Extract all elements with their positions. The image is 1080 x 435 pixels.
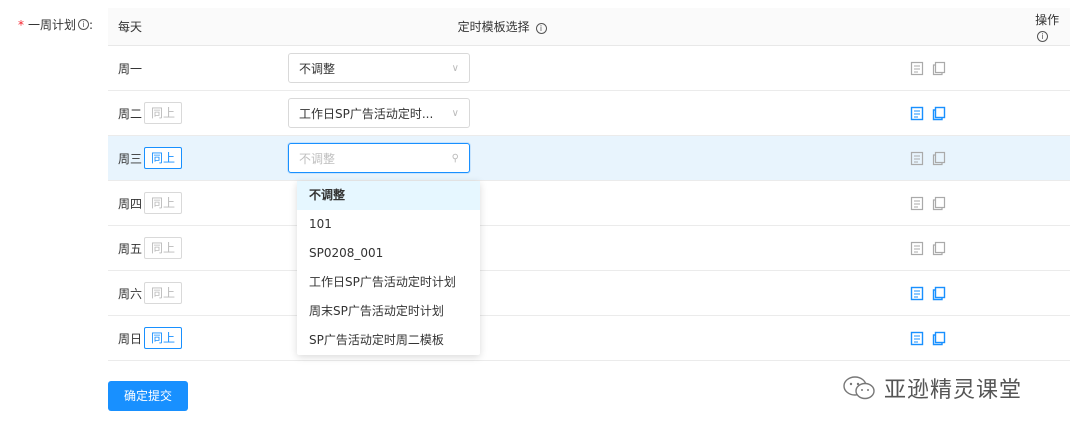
watermark: 亚逊精灵课堂 bbox=[842, 372, 1022, 404]
row-ops bbox=[910, 106, 946, 121]
day-cell: 周三 同上 bbox=[108, 147, 288, 169]
day-label: 周四 bbox=[118, 196, 143, 211]
dropdown-option[interactable]: SP广告活动定时周二模板 bbox=[297, 326, 480, 355]
watermark-text: 亚逊精灵课堂 bbox=[884, 378, 1023, 403]
day-cell: 周一 bbox=[108, 60, 288, 77]
dropdown-option[interactable]: 周末SP广告活动定时计划 bbox=[297, 297, 480, 326]
dropdown-option[interactable]: 101 bbox=[297, 210, 480, 239]
template-select[interactable]: 不调整 ∨ bbox=[288, 53, 470, 83]
header-ops-label: 操作 bbox=[1035, 13, 1060, 27]
header-template-label: 定时模板选择 bbox=[457, 20, 530, 34]
row-ops bbox=[910, 241, 946, 256]
info-icon[interactable]: i bbox=[535, 23, 547, 34]
copy-icon[interactable] bbox=[932, 331, 946, 346]
same-as-above-button[interactable]: 同上 bbox=[144, 192, 183, 214]
search-icon: ⚲ bbox=[451, 152, 459, 164]
table-row: 周一 不调整 ∨ bbox=[108, 46, 1070, 91]
dropdown-option[interactable]: 工作日SP广告活动定时计划 bbox=[297, 268, 480, 297]
template-icon[interactable] bbox=[910, 331, 924, 346]
template-icon[interactable] bbox=[910, 106, 924, 121]
form-label-colon: : bbox=[89, 17, 94, 32]
row-ops bbox=[910, 286, 946, 301]
day-label: 周一 bbox=[118, 61, 143, 76]
row-ops bbox=[910, 61, 946, 76]
row-ops bbox=[910, 331, 946, 346]
template-icon[interactable] bbox=[910, 151, 924, 166]
dropdown-option[interactable]: 不调整 bbox=[297, 181, 480, 210]
template-select[interactable]: 工作日SP广告活动定时... ∨ bbox=[288, 98, 470, 128]
same-as-above-button[interactable]: 同上 bbox=[144, 147, 183, 169]
day-cell: 周六 同上 bbox=[108, 282, 288, 304]
template-icon[interactable] bbox=[910, 286, 924, 301]
table-header: 每天 定时模板选择 i 操作 i bbox=[108, 8, 1070, 46]
day-label: 周六 bbox=[118, 286, 143, 301]
copy-icon[interactable] bbox=[932, 61, 946, 76]
table-row: 周五 同上 bbox=[108, 226, 1070, 271]
header-template: 定时模板选择 i bbox=[458, 18, 1035, 35]
table-row: 周日 同上 bbox=[108, 316, 1070, 361]
info-icon[interactable]: i bbox=[1037, 31, 1049, 42]
header-day-label: 每天 bbox=[118, 20, 143, 34]
info-icon[interactable]: i bbox=[78, 19, 90, 30]
day-label: 周日 bbox=[118, 331, 143, 346]
select-value: 不调整 bbox=[299, 61, 336, 76]
table-row: 周六 同上 bbox=[108, 271, 1070, 316]
form-label: * 一周计划 i : bbox=[18, 16, 93, 33]
day-cell: 周日 同上 bbox=[108, 327, 288, 349]
template-select[interactable]: 不调整 ⚲ bbox=[288, 143, 470, 173]
template-icon[interactable] bbox=[910, 241, 924, 256]
table-row: 周三 同上 不调整 ⚲ bbox=[108, 136, 1070, 181]
day-label: 周五 bbox=[118, 241, 143, 256]
same-as-above-button[interactable]: 同上 bbox=[144, 327, 183, 349]
weekly-plan-table: 每天 定时模板选择 i 操作i 周一 不调整 ∨ 周二 同上 工作日SP广告活动定时… bbox=[108, 8, 1070, 361]
table-row: 周二 同上 工作日SP广告活动定时... ∨ bbox=[108, 91, 1070, 136]
chevron-down-icon: ∨ bbox=[451, 107, 459, 119]
day-cell: 周二 同上 bbox=[108, 102, 288, 124]
header-day: 每天 bbox=[108, 18, 288, 35]
same-as-above-button[interactable]: 同上 bbox=[144, 282, 183, 304]
copy-icon[interactable] bbox=[932, 241, 946, 256]
table-row: 周四 同上 bbox=[108, 181, 1070, 226]
same-as-above-button[interactable]: 同上 bbox=[144, 237, 183, 259]
row-ops bbox=[910, 196, 946, 211]
copy-icon[interactable] bbox=[932, 151, 946, 166]
copy-icon[interactable] bbox=[932, 196, 946, 211]
day-cell: 周五 同上 bbox=[108, 237, 288, 259]
submit-button[interactable]: 确定提交 bbox=[108, 381, 188, 411]
copy-icon[interactable] bbox=[932, 106, 946, 121]
form-label-text: 一周计划 bbox=[28, 18, 77, 32]
select-value: 工作日SP广告活动定时... bbox=[299, 106, 434, 121]
day-label: 周二 bbox=[118, 106, 143, 121]
dropdown-option[interactable]: SP0208_001 bbox=[297, 239, 480, 268]
day-label: 周三 bbox=[118, 151, 143, 166]
copy-icon[interactable] bbox=[932, 286, 946, 301]
same-as-above-button[interactable]: 同上 bbox=[144, 102, 183, 124]
row-ops bbox=[910, 151, 946, 166]
select-placeholder: 不调整 bbox=[299, 151, 336, 166]
day-cell: 周四 同上 bbox=[108, 192, 288, 214]
header-ops: 操作 i bbox=[1035, 11, 1070, 42]
wechat-logo-icon bbox=[843, 376, 875, 400]
template-dropdown: 不调整 101 SP0208_001 工作日SP广告活动定时计划 周末SP广告活… bbox=[297, 181, 480, 355]
required-mark: * bbox=[18, 17, 24, 32]
chevron-down-icon: ∨ bbox=[451, 62, 459, 74]
template-icon[interactable] bbox=[910, 61, 924, 76]
template-icon[interactable] bbox=[910, 196, 924, 211]
